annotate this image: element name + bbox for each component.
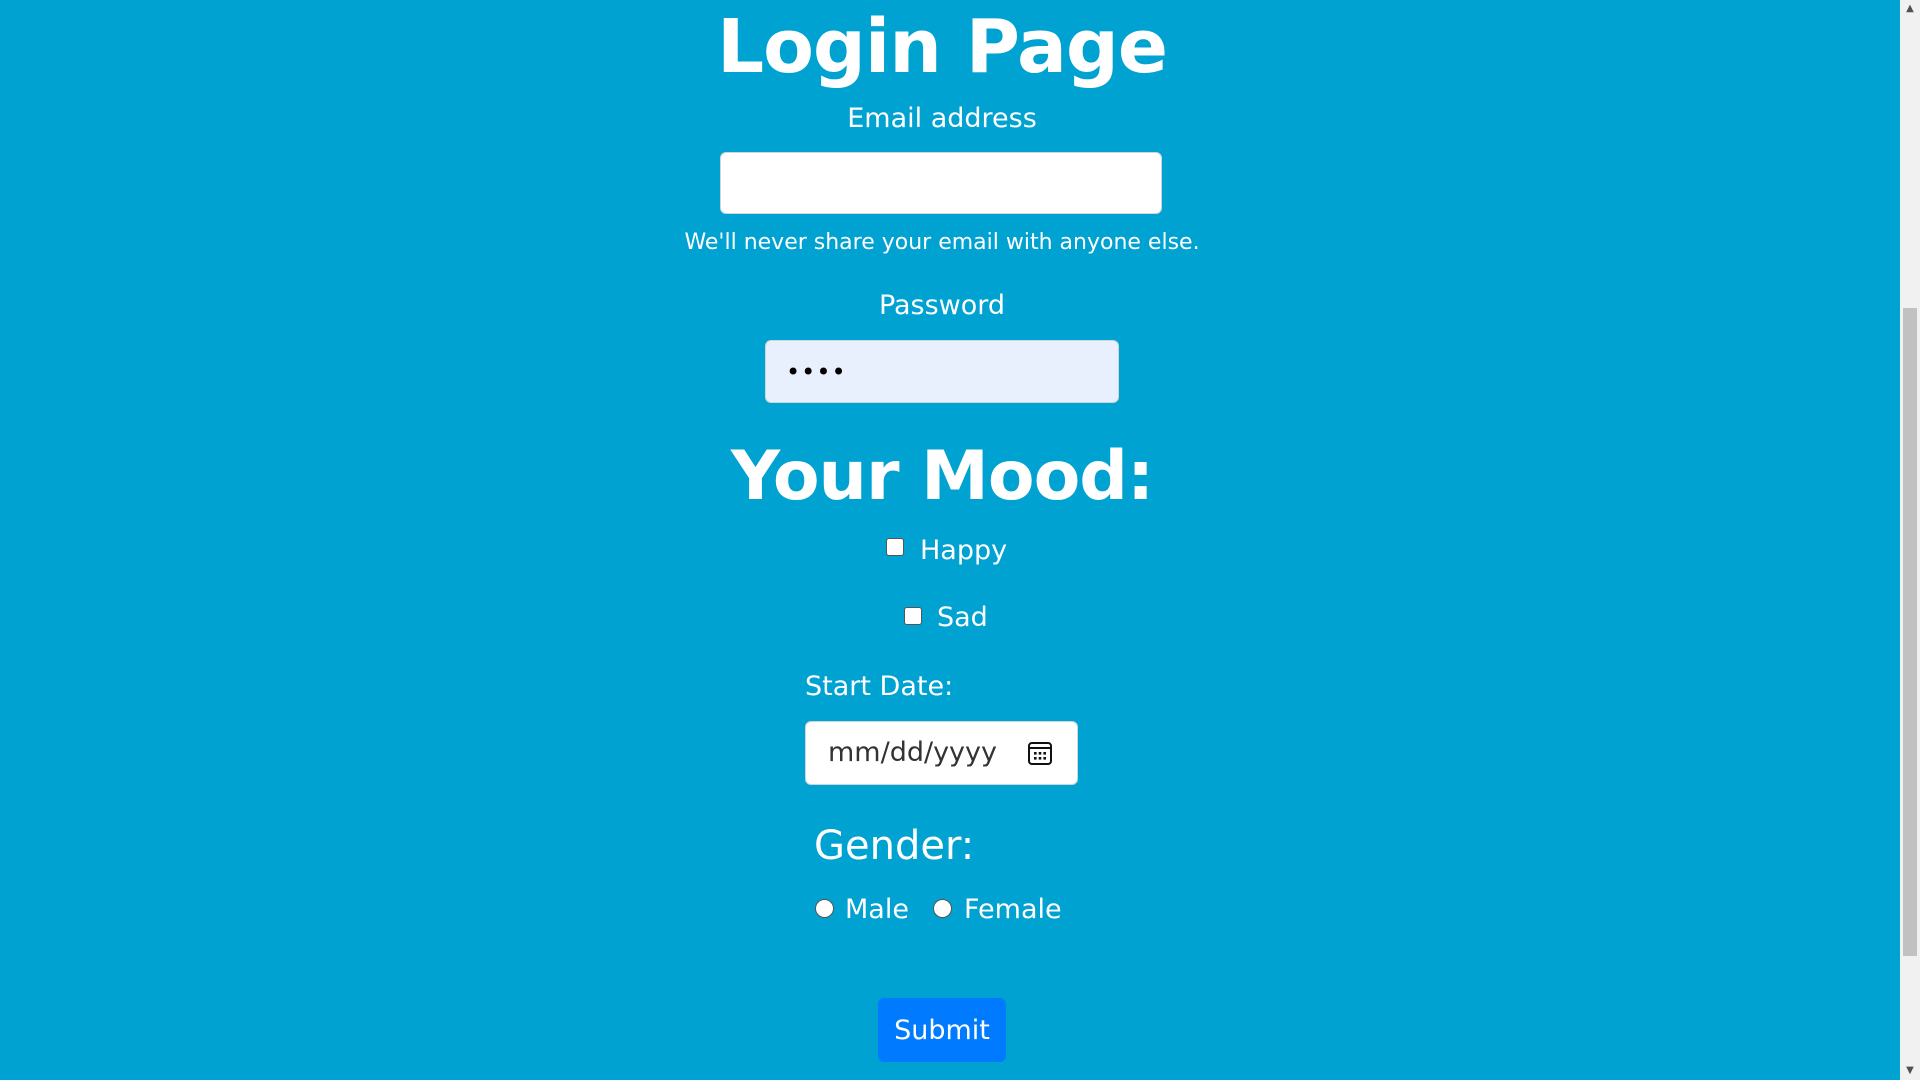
start-date-placeholder: mm/dd/yyyy	[828, 737, 997, 768]
password-input[interactable]	[765, 340, 1119, 403]
submit-button[interactable]: Submit	[878, 998, 1006, 1062]
mood-sad-label[interactable]: Sad	[937, 601, 988, 635]
page-viewport: Login Page Email address We'll never sha…	[0, 0, 1900, 1080]
calendar-icon[interactable]	[1027, 740, 1053, 766]
page-title: Login Page	[716, 4, 1168, 90]
mood-heading: Your Mood:	[730, 437, 1154, 516]
vertical-scrollbar[interactable]: ▲ ▼	[1900, 0, 1920, 1080]
password-label: Password	[878, 290, 1006, 321]
gender-male-label[interactable]: Male	[845, 893, 909, 927]
gender-label: Gender:	[814, 823, 975, 869]
mood-sad-checkbox[interactable]	[904, 607, 922, 625]
mood-happy-checkbox[interactable]	[886, 538, 904, 556]
scroll-up-arrow-icon[interactable]: ▲	[1900, 0, 1920, 18]
gender-female-radio[interactable]	[933, 899, 952, 918]
scrollbar-thumb[interactable]	[1903, 308, 1917, 956]
scroll-down-arrow-icon[interactable]: ▼	[1900, 1062, 1920, 1080]
start-date-label: Start Date:	[805, 671, 954, 702]
gender-female-label[interactable]: Female	[964, 893, 1062, 927]
email-help-text: We'll never share your email with anyone…	[684, 230, 1200, 255]
gender-male-radio[interactable]	[815, 899, 834, 918]
email-label: Email address	[847, 103, 1037, 134]
start-date-input[interactable]: mm/dd/yyyy	[805, 721, 1078, 785]
mood-happy-label[interactable]: Happy	[920, 534, 1007, 568]
email-input[interactable]	[720, 152, 1162, 214]
